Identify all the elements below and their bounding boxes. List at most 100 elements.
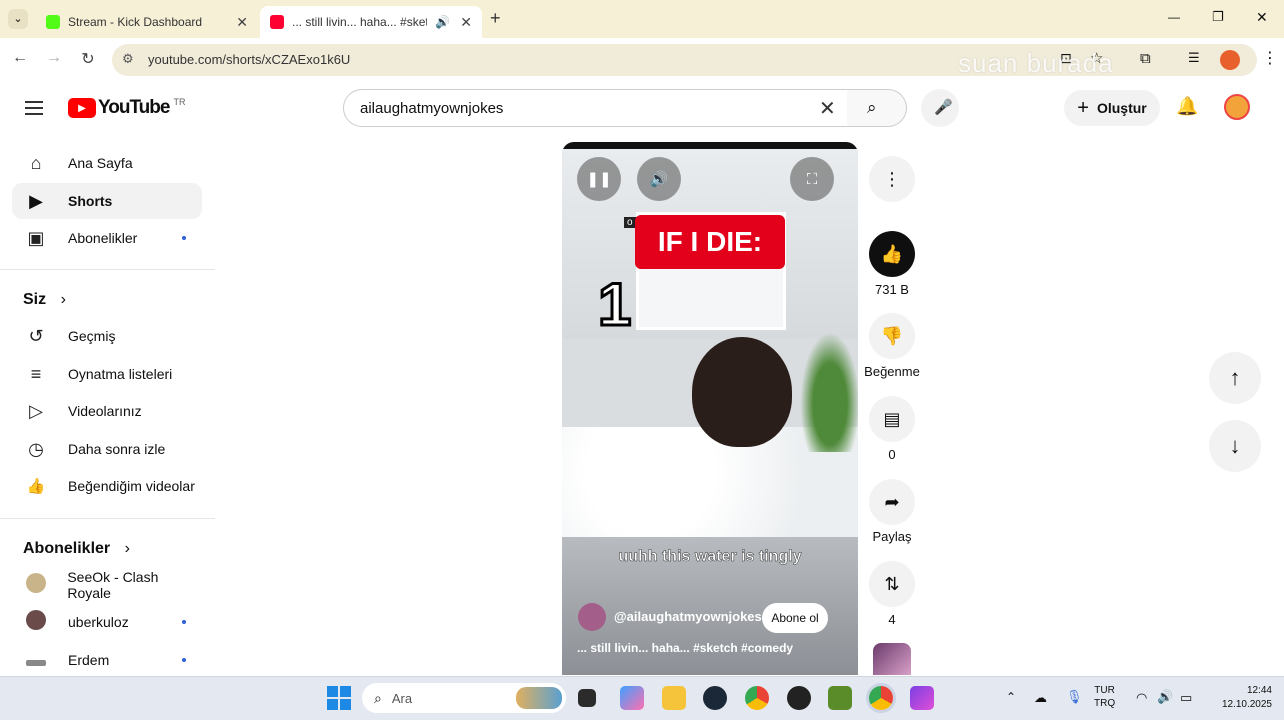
sidebar-item-label: Ana Sayfa [68, 155, 133, 171]
comment-count: 0 [888, 447, 896, 462]
create-label: Oluştur [1096, 100, 1147, 116]
fullscreen-icon: ⛶ [806, 170, 818, 188]
sidebar-item-shorts[interactable]: ▶ Shorts [12, 183, 202, 219]
extensions-icon[interactable]: ⧉ [1140, 50, 1151, 67]
sidebar-item-history[interactable]: ↺ Geçmiş [12, 318, 202, 354]
channel-avatar [25, 572, 46, 593]
search-button[interactable]: ⌕ [847, 89, 907, 127]
minimize-button[interactable]: — [1168, 10, 1180, 24]
youtube-favicon-icon [270, 15, 284, 29]
tab-search-chevron-icon[interactable]: ⌄ [8, 9, 28, 29]
volume-tray-icon[interactable]: 🔊 [1157, 689, 1173, 705]
search-input[interactable]: ailaughatmyownjokes ✕ [343, 89, 848, 127]
like-button[interactable]: 👍 [869, 231, 915, 277]
sidebar-item-watch-later[interactable]: ◷ Daha sonra izle [12, 431, 202, 467]
browser-menu-icon[interactable]: ⋮ [1262, 48, 1278, 68]
sidebar-item-playlists[interactable]: ≡ Oynatma listeleri [12, 356, 202, 392]
notifications-bell-icon[interactable]: 🔔 [1176, 96, 1198, 117]
channel-avatar [26, 659, 46, 666]
channel-avatar[interactable] [578, 603, 606, 631]
file-explorer-icon[interactable] [662, 686, 686, 710]
volume-button[interactable]: 🔊 [637, 157, 681, 201]
chrome-icon[interactable] [745, 686, 769, 710]
video-editor-icon[interactable] [910, 686, 934, 710]
sound-thumbnail[interactable] [873, 643, 911, 675]
sidebar-channel-uberkuloz[interactable]: uberkuloz [12, 604, 202, 640]
sidebar-item-label: Erdem [68, 652, 110, 668]
short-title[interactable]: ... still livin... haha... #sketch #come… [577, 641, 793, 655]
taskbar-search-box[interactable]: ⌕ Ara [362, 683, 566, 713]
account-avatar[interactable] [1224, 94, 1250, 120]
windows-start-icon[interactable] [327, 686, 351, 710]
site-info-icon[interactable]: ⚙ [122, 51, 134, 67]
steam-icon[interactable] [703, 686, 727, 710]
close-tab-icon[interactable]: ✕ [236, 14, 248, 31]
share-button[interactable]: ➦ [869, 479, 915, 525]
sidebar-item-home[interactable]: ⌂ Ana Sayfa [12, 145, 202, 181]
create-button[interactable]: + Oluştur [1064, 90, 1160, 126]
remix-button[interactable]: ⇅ [869, 561, 915, 607]
reading-list-icon[interactable]: ☰ [1188, 50, 1200, 66]
dislike-button[interactable]: 👎 [869, 313, 915, 359]
task-view-icon[interactable] [578, 689, 596, 707]
sidebar-item-label: Beğendiğim videolar [68, 478, 195, 494]
sidebar-item-subscriptions[interactable]: ▣ Abonelikler [12, 220, 202, 256]
clock[interactable]: 12:44 12.10.2025 [1206, 684, 1272, 712]
channel-handle[interactable]: @ailaughatmyownjokes [614, 609, 762, 624]
forward-icon[interactable]: → [44, 49, 64, 67]
browser-tab-strip: ⌄ Stream - Kick Dashboard ✕ ... still li… [0, 0, 1284, 38]
section-title: Siz [23, 291, 47, 308]
sidebar-channel-seeok[interactable]: SeeOk - Clash Royale [12, 567, 202, 603]
close-window-button[interactable]: ✕ [1256, 9, 1268, 26]
profile-avatar[interactable] [1220, 50, 1240, 70]
show-hidden-icons-chevron-icon[interactable]: ⌃ [1006, 690, 1016, 704]
obs-icon[interactable] [787, 686, 811, 710]
new-tab-button[interactable]: + [490, 8, 501, 29]
reload-icon[interactable]: ↻ [78, 49, 98, 69]
subscribe-button[interactable]: Abone ol [762, 603, 828, 633]
microphone-tray-icon[interactable]: 🎙 [1066, 689, 1083, 705]
maximize-button[interactable]: ❐ [1212, 9, 1224, 25]
input-language-indicator[interactable]: TUR TRQ [1094, 684, 1115, 710]
guide-menu-icon[interactable] [25, 97, 43, 119]
browser-tab-youtube[interactable]: ... still livin... haha... #sketch 🔊 ✕ [260, 6, 482, 38]
clear-search-icon[interactable]: ✕ [819, 96, 836, 121]
sidebar-section-you[interactable]: Siz › [23, 291, 66, 309]
sidebar-item-label: Shorts [68, 193, 113, 209]
chevron-right-icon: › [124, 540, 130, 557]
sidebar-item-label: SeeOk - Clash Royale [67, 569, 159, 601]
channel-avatar [26, 609, 46, 630]
voice-search-button[interactable]: 🎤 [921, 89, 959, 127]
sidebar-section-subscriptions[interactable]: Abonelikler › [23, 540, 130, 558]
previous-short-button[interactable]: ↑ [1209, 352, 1261, 404]
search-highlight-image [516, 687, 562, 709]
next-short-button[interactable]: ↓ [1209, 420, 1261, 472]
close-tab-icon[interactable]: ✕ [460, 14, 472, 31]
comments-button[interactable]: ▤ [869, 396, 915, 442]
copilot-icon[interactable] [620, 686, 644, 710]
channel-avatar-wrap [24, 572, 47, 598]
fullscreen-button[interactable]: ⛶ [790, 157, 834, 201]
remix-count: 4 [888, 612, 896, 627]
audio-playing-icon[interactable]: 🔊 [435, 15, 450, 29]
url-text: youtube.com/shorts/xCZAExo1k6U [148, 52, 351, 67]
sidebar-item-liked-videos[interactable]: 👍 Beğendiğim videolar [12, 468, 202, 504]
youtube-play-icon: ▶ [68, 98, 96, 118]
channel-avatar-wrap [24, 609, 48, 635]
onedrive-icon[interactable]: ☁ [1034, 690, 1047, 706]
youtube-logo[interactable]: ▶ YouTube TR [68, 97, 185, 119]
minecraft-icon[interactable] [828, 686, 852, 710]
wifi-icon[interactable]: ◠ [1136, 690, 1147, 706]
search-query-text: ailaughatmyownjokes [360, 100, 504, 117]
pause-button[interactable]: ❚❚ [577, 157, 621, 201]
back-icon[interactable]: ← [10, 49, 30, 67]
start-pane-icon [327, 699, 338, 710]
shorts-video-player[interactable]: ❚❚ 🔊 ⛶ o this water IF I DIE: 1 uuhh thi… [562, 142, 858, 675]
video-plant [800, 332, 858, 452]
sidebar-channel-erdem[interactable]: Erdem [12, 642, 202, 678]
sidebar-item-your-videos[interactable]: ▷ Videolarınız [12, 393, 202, 429]
battery-icon[interactable]: ▭ [1180, 690, 1192, 706]
browser-tab-kick[interactable]: Stream - Kick Dashboard ✕ [36, 6, 258, 38]
more-actions-button[interactable]: ⋮ [869, 156, 915, 202]
chrome-profile-icon[interactable] [869, 686, 893, 710]
